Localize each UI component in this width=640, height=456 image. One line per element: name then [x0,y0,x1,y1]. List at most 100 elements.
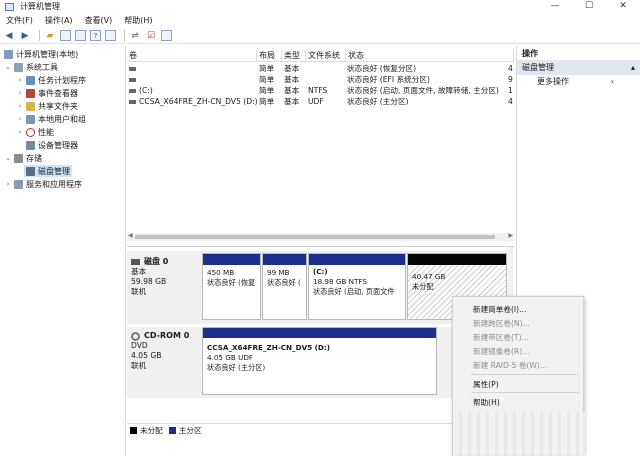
shared-folder-icon [26,101,35,111]
actions-section-disk-management[interactable]: 磁盘管理 ▴ [517,61,640,75]
cdrom-0-info[interactable]: CD-ROM 0 DVD 4.05 GB 联机 [131,331,201,371]
minimize-button[interactable]: — [538,0,572,13]
unallocated-swatch [130,427,137,434]
disk-view-icon[interactable] [161,30,172,41]
chevron-down-icon[interactable]: ⌄ [4,154,12,162]
column-header-status[interactable]: 状态 [346,50,514,62]
chevron-right-icon[interactable]: › [16,128,24,136]
scroll-right-icon[interactable]: ▶ [508,232,513,239]
chevron-right-icon[interactable]: › [16,115,24,123]
title-bar: 计算机管理 — ☐ ✕ [0,0,640,13]
menu-view[interactable]: 查看(V) [85,15,113,26]
scrollbar-thumb[interactable] [135,235,495,239]
primary-partition-swatch [168,427,176,434]
help-icon[interactable]: ? [90,30,101,41]
tree-item-task-scheduler[interactable]: › 任务计划程序 [16,74,86,86]
chevron-right-icon[interactable]: › [16,76,24,84]
table-row[interactable]: 简单 基本 状态良好 (恢复分区) 4 [127,63,514,74]
menu-item-properties[interactable]: 属性(P) [473,379,499,390]
table-row[interactable]: CCSA_X64FRE_ZH-CN_DV5 (D:) 简单 基本 UDF 状态良… [127,96,514,107]
back-arrow-icon[interactable]: ◀ [3,30,15,42]
column-header-layout[interactable]: 布局 [257,50,282,62]
navigation-tree: 计算机管理(本地) ⌄ 系统工具 › 任务计划程序 › 事件查看器 › 共享文件… [0,46,126,456]
show-hide-tree-icon[interactable] [60,30,71,41]
tree-item-performance[interactable]: › 性能 [16,126,54,138]
partition-efi[interactable]: 99 MB 状态良好 ( [262,253,307,320]
volume-list: 卷 布局 类型 文件系统 状态 简单 基本 状态良好 (恢复分区) 4 简单 基… [127,46,514,244]
actions-title: 操作 [517,46,640,61]
tools-icon [14,62,23,72]
menu-file[interactable]: 文件(F) [6,15,33,26]
table-row[interactable]: 简单 基本 状态良好 (EFI 系统分区) 9 [127,74,514,85]
column-header-filesystem[interactable]: 文件系统 [306,50,346,62]
properties-icon[interactable] [75,30,86,41]
services-icon [14,179,23,189]
menu-separator [471,374,579,375]
tree-item-event-viewer[interactable]: › 事件查看器 [16,87,78,99]
volume-icon [129,77,136,82]
close-button[interactable]: ✕ [606,0,640,13]
chevron-right-icon[interactable]: › [4,180,12,188]
tree-item-device-manager[interactable]: 设备管理器 [24,139,78,151]
menu-item-new-simple-volume[interactable]: 新建简单卷(I)... [473,304,526,315]
computer-icon [4,49,13,59]
scroll-left-icon[interactable]: ◀ [128,232,133,239]
menu-item-new-spanned-volume[interactable]: 新建跨区卷(N)... [473,318,530,329]
tree-item-local-users[interactable]: › 本地用户和组 [16,113,86,125]
menu-shadow [453,412,585,456]
device-manager-icon [26,140,35,150]
clock-icon [26,75,35,85]
disk-management-icon [26,166,35,176]
chevron-right-icon[interactable]: › [16,89,24,97]
chevron-right-icon: › [610,77,614,86]
connect-icon[interactable]: ⇌ [129,30,141,42]
collapse-icon[interactable]: ▴ [631,61,635,75]
partition-c-drive[interactable]: (C:) 18.98 GB NTFS 状态良好 (启动, 页面文件 [308,253,406,320]
tree-item-root[interactable]: 计算机管理(本地) [2,48,78,60]
volume-icon [129,66,136,71]
tree-item-disk-management[interactable]: 磁盘管理 [24,165,72,177]
menu-action[interactable]: 操作(A) [45,15,73,26]
menu-bar: 文件(F) 操作(A) 查看(V) 帮助(H) [0,14,640,27]
disk-0-info[interactable]: 磁盘 0 基本 59.98 GB 联机 [131,257,201,297]
chevron-right-icon[interactable]: › [16,102,24,110]
table-row[interactable]: (C:) 简单 基本 NTFS 状态良好 (启动, 页面文件, 故障转储, 主分… [127,85,514,96]
more-actions-item[interactable]: 更多操作 › [517,75,640,89]
event-viewer-icon [26,88,35,98]
menu-item-new-striped-volume[interactable]: 新建带区卷(T)... [473,332,529,343]
check-icon[interactable]: ☑ [145,30,157,42]
forward-arrow-icon[interactable]: ▶ [19,30,31,42]
computer-management-icon [5,2,14,11]
toolbar-divider [39,30,40,41]
volume-icon [129,99,136,104]
performance-icon [26,127,35,137]
menu-item-new-raid5-volume[interactable]: 新建 RAID-5 卷(W)... [473,360,547,371]
menu-item-new-mirrored-volume[interactable]: 新建镜像卷(R)... [473,346,529,357]
partition-recovery[interactable]: 450 MB 状态良好 (恢复 [202,253,261,320]
tree-item-system-tools[interactable]: ⌄ 系统工具 [4,61,58,73]
partition-d-drive[interactable]: CCSA_X64FRE_ZH-CN_DV5 (D:) 4.05 GB UDF 状… [202,327,437,395]
context-menu: 新建简单卷(I)... 新建跨区卷(N)... 新建带区卷(T)... 新建镜像… [452,296,585,456]
column-header-volume[interactable]: 卷 [127,50,257,62]
chevron-down-icon[interactable]: ⌄ [4,63,12,71]
maximize-button[interactable]: ☐ [572,0,606,13]
users-icon [26,114,35,124]
horizontal-scrollbar[interactable]: ◀ ▶ [127,232,514,241]
menu-separator [471,392,579,393]
menu-help[interactable]: 帮助(H) [124,15,152,26]
tree-item-storage[interactable]: ⌄ 存储 [4,152,42,164]
view-icon[interactable] [105,30,116,41]
toolbar: ◀ ▶ ▰ ? ⇌ ☑ [0,28,640,44]
window-title: 计算机管理 [20,2,60,11]
volume-icon [129,88,136,93]
storage-icon [14,153,23,163]
menu-item-help[interactable]: 帮助(H) [473,397,500,408]
window-controls: — ☐ ✕ [538,0,640,13]
cd-rom-icon [131,331,140,341]
tree-item-services-apps[interactable]: › 服务和应用程序 [4,178,82,190]
hard-disk-icon [131,259,140,265]
toolbar-divider [124,30,125,41]
up-folder-icon[interactable]: ▰ [44,30,56,42]
tree-item-shared-folders[interactable]: › 共享文件夹 [16,100,78,112]
column-header-type[interactable]: 类型 [282,50,306,62]
